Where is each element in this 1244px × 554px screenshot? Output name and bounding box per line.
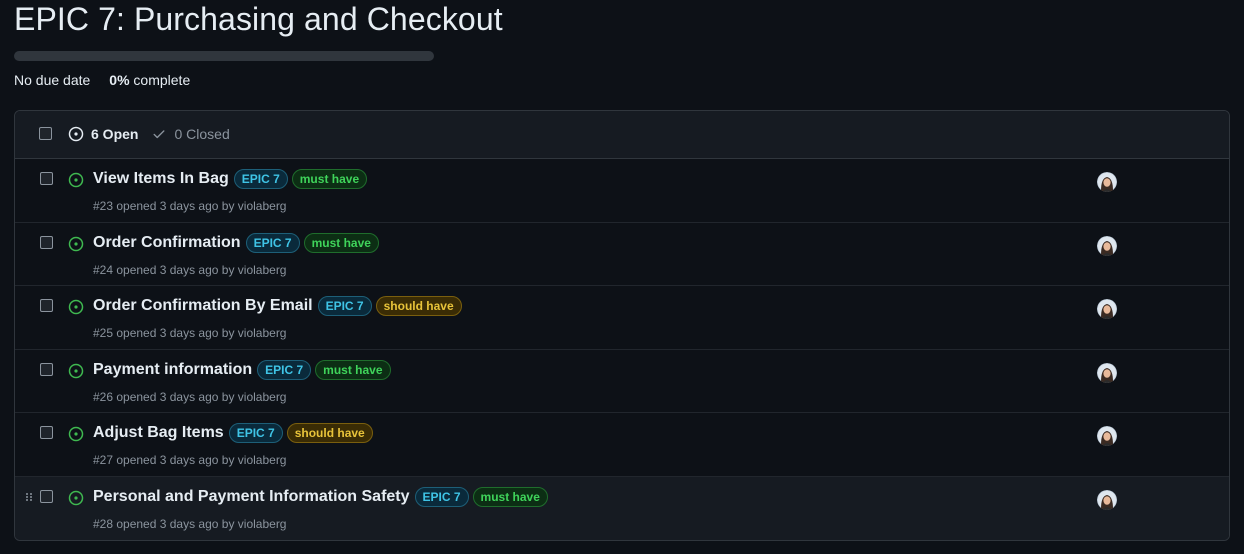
closed-filter[interactable]: 0 Closed <box>152 126 230 142</box>
issue-opened-icon <box>68 490 84 505</box>
issue-label-epic[interactable]: EPIC 7 <box>414 486 469 507</box>
issue-row[interactable]: Personal and Payment Information Safety E… <box>15 476 1229 540</box>
issue-state-filter: 6 Open 0 Closed <box>68 126 230 142</box>
issue-meta: #25 opened 3 days ago by violaberg <box>93 326 287 340</box>
issue-label-must[interactable]: must have <box>315 359 391 380</box>
assignee-avatar[interactable] <box>1097 362 1117 383</box>
issue-label-must[interactable]: must have <box>472 486 548 507</box>
issue-checkbox[interactable] <box>40 172 53 185</box>
completion-label: complete <box>133 72 191 88</box>
issue-meta: #26 opened 3 days ago by violaberg <box>93 389 287 404</box>
issue-label-epic[interactable]: EPIC 7 <box>233 169 288 189</box>
issue-checkbox[interactable] <box>40 489 53 503</box>
issue-title-link[interactable]: Order Confirmation <box>93 234 241 252</box>
issue-label-must[interactable]: must have <box>291 169 368 189</box>
issue-label-should[interactable]: should have <box>286 423 373 443</box>
issue-label-epic[interactable]: EPIC 7 <box>245 232 300 253</box>
issue-title-line: View Items In Bag EPIC 7 must have <box>93 169 371 189</box>
grabber-icon[interactable] <box>25 492 33 502</box>
issue-row[interactable]: Order Confirmation By Email EPIC 7 should … <box>15 286 1229 350</box>
issue-label-must[interactable]: must have <box>303 232 379 253</box>
issue-opened-icon <box>68 236 84 251</box>
select-all-checkbox[interactable] <box>39 127 52 140</box>
issue-title-line: Order Confirmation EPIC 7 must have <box>93 232 383 253</box>
issue-row[interactable]: Adjust Bag Items EPIC 7 should have #27 ope… <box>15 413 1229 477</box>
issue-checkbox[interactable] <box>40 299 53 312</box>
check-icon <box>153 130 165 139</box>
issue-title-line: Order Confirmation By Email EPIC 7 should … <box>93 296 466 316</box>
issue-meta: #23 opened 3 days ago by violaberg <box>93 199 287 213</box>
issue-title-link[interactable]: Payment information <box>93 361 252 379</box>
issue-opened-icon <box>68 126 84 142</box>
issues-box: 6 Open 0 Closed View Items In Bag EPIC 7m… <box>14 110 1230 541</box>
milestone-page: EPIC 7: Purchasing and Checkout No due d… <box>0 0 1244 554</box>
issue-title-line: Adjust Bag Items EPIC 7 should have <box>93 423 377 443</box>
issue-label-epic[interactable]: EPIC 7 <box>228 423 283 443</box>
assignee-avatar[interactable] <box>1097 235 1117 256</box>
issue-title-link[interactable]: Order Confirmation By Email <box>93 297 313 315</box>
assignee-avatar[interactable] <box>1097 489 1117 510</box>
due-date: No due date <box>14 72 91 88</box>
issue-meta: #24 opened 3 days ago by violaberg <box>93 262 287 277</box>
issue-opened-icon <box>68 299 84 315</box>
issue-title-line: Payment information EPIC 7 must have <box>93 359 395 380</box>
issue-row[interactable]: Payment information EPIC 7 must have #26 op… <box>15 350 1229 413</box>
assignee-avatar[interactable] <box>1097 426 1117 446</box>
issue-title-link[interactable]: View Items In Bag <box>93 170 229 188</box>
issue-opened-icon <box>68 172 84 188</box>
completion: 0% complete <box>109 72 190 88</box>
milestone-progress-bar <box>14 51 434 61</box>
issue-checkbox[interactable] <box>40 426 53 439</box>
issue-title-line: Personal and Payment Information Safety E… <box>93 486 552 507</box>
issue-list: View Items In Bag EPIC 7 must have #23 open… <box>15 159 1229 540</box>
issue-title-link[interactable]: Personal and Payment Information Safety <box>93 488 410 506</box>
issue-row[interactable]: View Items In Bag EPIC 7 must have #23 open… <box>15 159 1229 223</box>
completion-percent: 0% <box>109 72 130 88</box>
assignee-avatar[interactable] <box>1097 299 1117 319</box>
open-count-label: 6 Open <box>91 126 139 142</box>
issue-row[interactable]: Order Confirmation EPIC 7 must have #24 ope… <box>15 223 1229 286</box>
issue-checkbox[interactable] <box>40 362 53 376</box>
issue-meta: #28 opened 3 days ago by violaberg <box>93 516 287 531</box>
issue-label-epic[interactable]: EPIC 7 <box>317 296 372 316</box>
milestone-meta: No due date 0% complete <box>14 72 190 88</box>
milestone-title: EPIC 7: Purchasing and Checkout <box>14 1 503 37</box>
issue-meta: #27 opened 3 days ago by violaberg <box>93 453 287 467</box>
issue-label-epic[interactable]: EPIC 7 <box>257 359 312 380</box>
open-filter[interactable]: 6 Open <box>68 126 138 142</box>
issues-header: 6 Open 0 Closed <box>15 111 1229 159</box>
issue-checkbox[interactable] <box>40 235 53 249</box>
assignee-avatar[interactable] <box>1097 172 1117 192</box>
closed-count-label: 0 Closed <box>174 126 230 142</box>
issue-opened-icon <box>68 363 84 378</box>
issue-opened-icon <box>68 426 84 442</box>
issue-title-link[interactable]: Adjust Bag Items <box>93 424 224 442</box>
issue-label-should[interactable]: should have <box>375 296 462 316</box>
